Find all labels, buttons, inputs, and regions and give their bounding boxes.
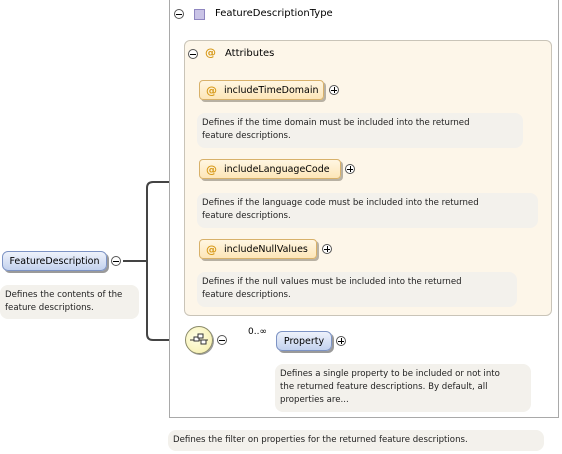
attribute-name: includeNullValues	[224, 243, 308, 255]
doc-line: Defines if the null values must be inclu…	[202, 277, 462, 287]
sequence-compositor[interactable]	[185, 326, 213, 354]
doc-line: Defines the contents of the	[5, 290, 123, 300]
attribute-doc: Defines if the language code must be inc…	[197, 193, 538, 228]
element-name: FeatureDescription	[9, 255, 100, 267]
attribute-name: includeLanguageCode	[224, 163, 330, 175]
attribute-doc: Defines if the time domain must be inclu…	[197, 113, 523, 148]
at-icon: @	[205, 46, 216, 59]
element-property[interactable]: Property	[276, 331, 332, 351]
attribute-doc: Defines if the null values must be inclu…	[197, 272, 517, 307]
complex-type-doc: Defines the filter on properties for the…	[168, 430, 544, 451]
complex-type-name: FeatureDescriptionType	[215, 8, 333, 19]
property-occurrence: 0..∞	[248, 327, 267, 337]
doc-line: feature descriptions.	[5, 303, 94, 313]
complex-type-icon	[194, 9, 205, 20]
doc-line: properties are...	[280, 395, 349, 405]
at-icon: @	[206, 83, 217, 97]
doc-line: Defines a single property to be included…	[280, 369, 500, 379]
attribute-name: includeTimeDomain	[224, 84, 319, 96]
attribute-include-null-values[interactable]: @ includeNullValues	[199, 239, 317, 259]
complex-type-collapse-button[interactable]	[174, 9, 184, 19]
doc-line: feature descriptions.	[202, 131, 291, 141]
root-element-doc: Defines the contents of the feature desc…	[0, 285, 139, 319]
attributes-collapse-button[interactable]	[188, 49, 198, 59]
root-collapse-button[interactable]	[111, 256, 121, 266]
doc-line: feature descriptions.	[202, 211, 291, 221]
doc-line: feature descriptions.	[202, 290, 291, 300]
expand-button[interactable]	[345, 164, 355, 174]
doc-line: Defines the filter on properties for the…	[173, 435, 468, 445]
attribute-include-time-domain[interactable]: @ includeTimeDomain	[199, 80, 324, 100]
property-doc: Defines a single property to be included…	[275, 364, 531, 412]
element-name: Property	[283, 335, 325, 347]
attributes-label: Attributes	[225, 48, 275, 59]
root-element-feature-description[interactable]: FeatureDescription	[2, 251, 107, 271]
doc-line: Defines if the language code must be inc…	[202, 198, 479, 208]
expand-button[interactable]	[329, 85, 339, 95]
sequence-icon	[190, 333, 208, 345]
attribute-include-language-code[interactable]: @ includeLanguageCode	[199, 159, 341, 179]
doc-line: the returned feature descriptions. By de…	[280, 382, 488, 392]
at-icon: @	[206, 162, 217, 176]
at-icon: @	[206, 242, 217, 256]
doc-line: Defines if the time domain must be inclu…	[202, 118, 470, 128]
expand-button[interactable]	[322, 244, 332, 254]
expand-button[interactable]	[336, 336, 346, 346]
sequence-collapse-button[interactable]	[217, 335, 227, 345]
